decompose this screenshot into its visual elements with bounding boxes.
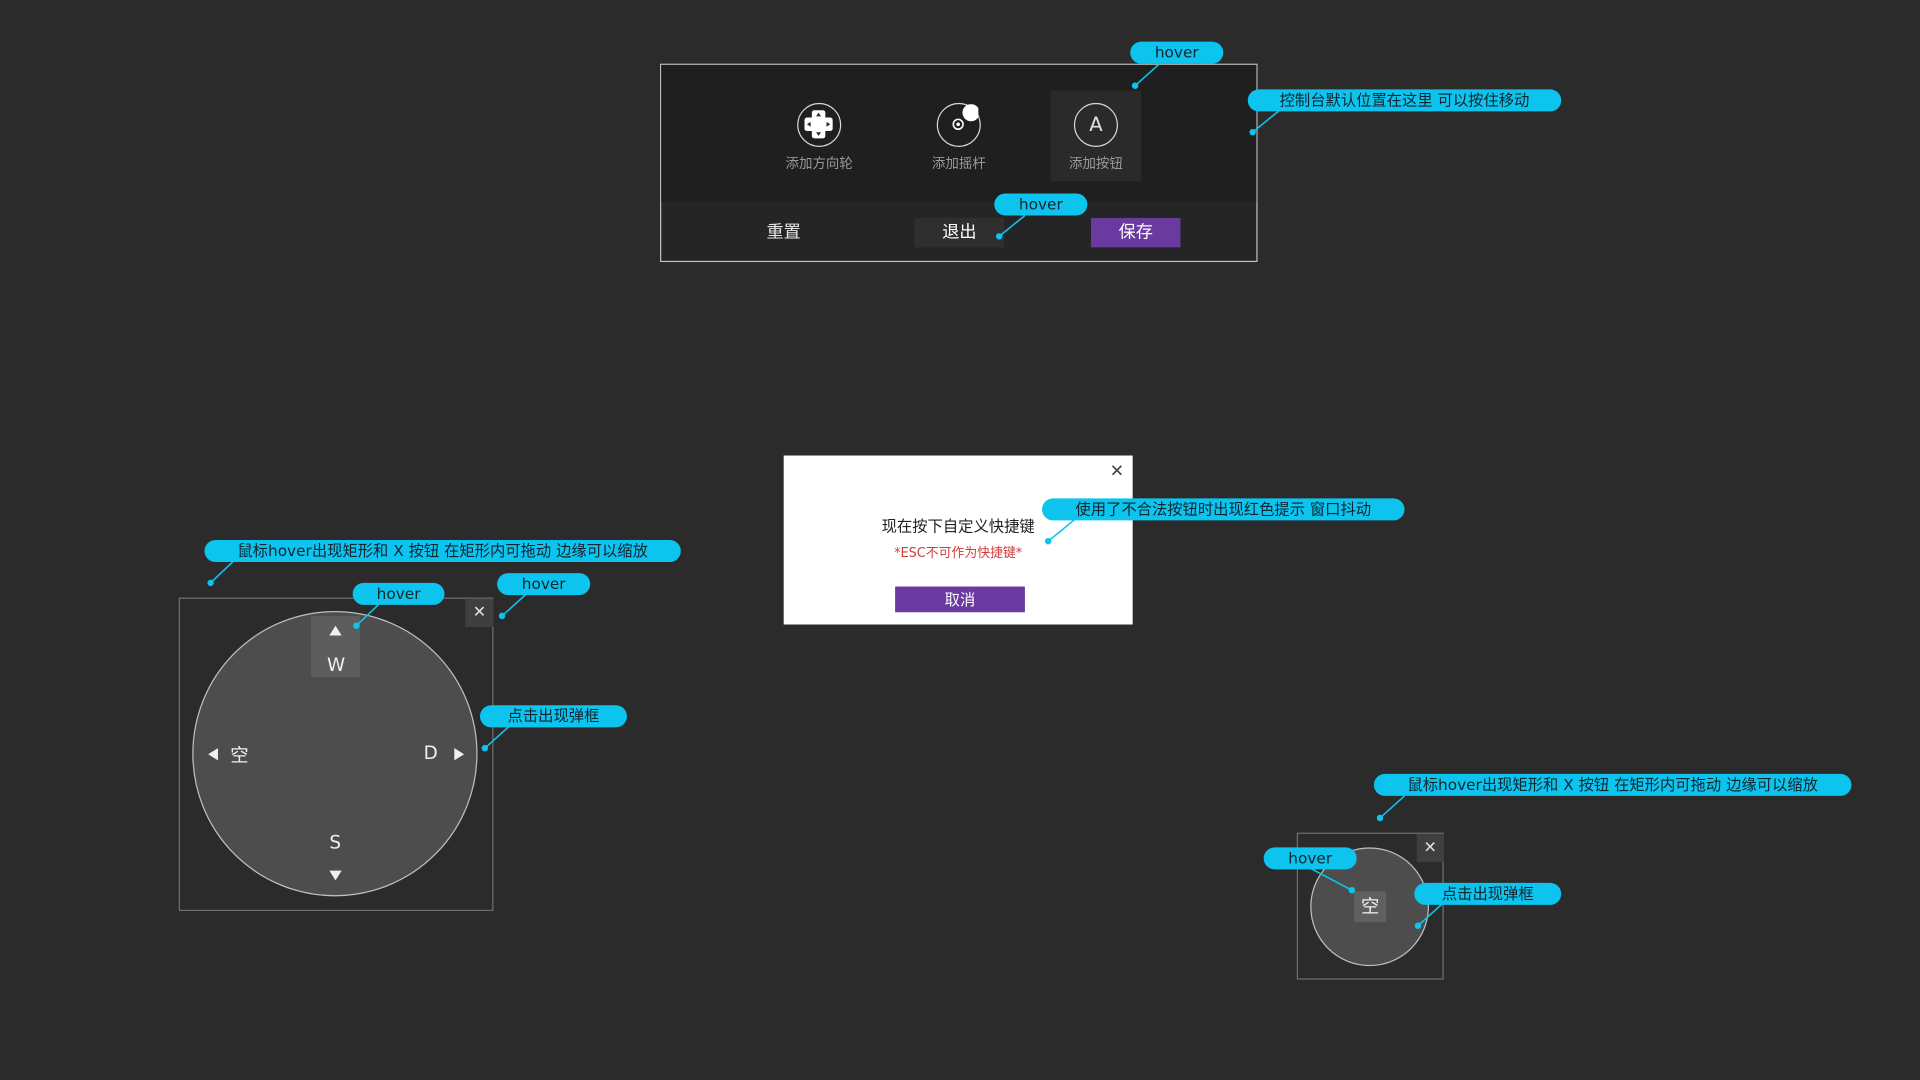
annotation-wheel-hover-key: hover xyxy=(352,582,445,605)
annotation-small-hover: hover xyxy=(1263,847,1357,870)
annotation-hover-console: hover xyxy=(1130,41,1224,64)
annotation-small-click: 点击出现弹框 xyxy=(1414,882,1562,905)
annotation-hover-exit: hover xyxy=(994,193,1088,216)
annotation-wheel-hover-rect: 鼠标hover出现矩形和 X 按钮 在矩形内可拖动 边缘可以缩放 xyxy=(204,540,681,563)
annotation-illegal-key: 使用了不合法按钮时出现红色提示 窗口抖动 xyxy=(1042,498,1405,521)
annotation-wheel-click: 点击出现弹框 xyxy=(480,705,627,728)
annotation-small-hover-rect: 鼠标hover出现矩形和 X 按钮 在矩形内可拖动 边缘可以缩放 xyxy=(1373,773,1852,796)
annotation-wheel-hover-close: hover xyxy=(497,573,591,596)
annotation-console-position: 控制台默认位置在这里 可以按住移动 xyxy=(1247,89,1562,112)
